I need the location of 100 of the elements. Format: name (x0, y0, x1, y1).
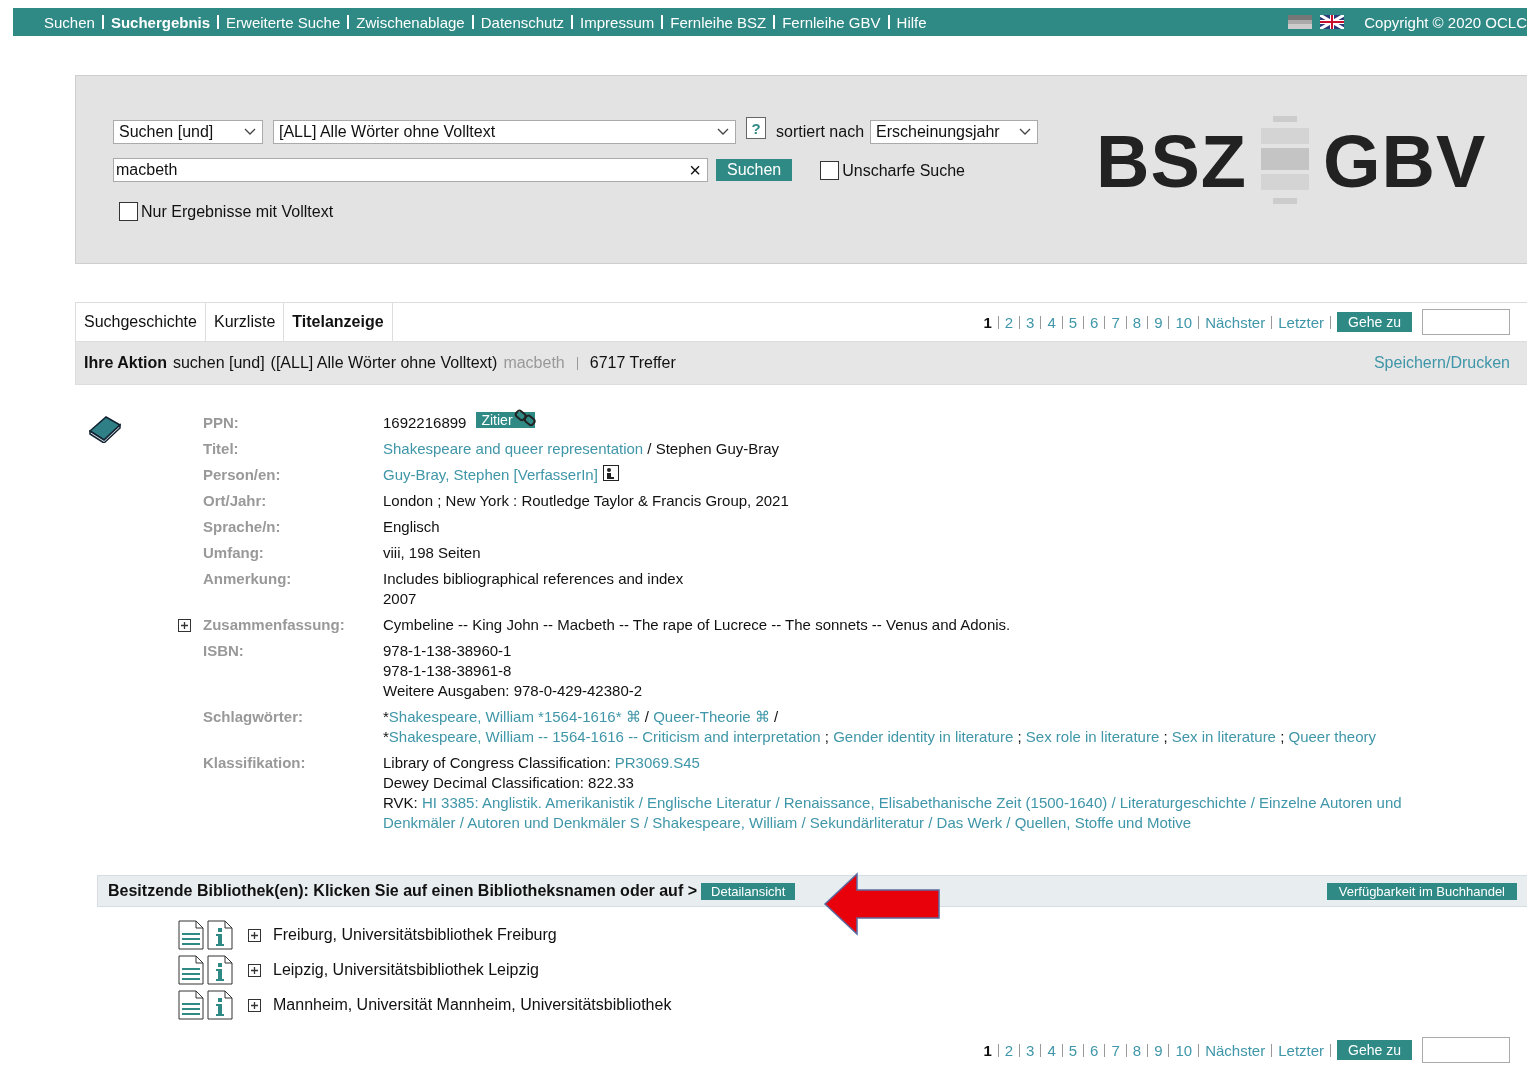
holdings-heading: Besitzende Bibliothek(en): Klicken Sie auf einen Bibliotheksnamen oder auf > (108, 882, 697, 900)
document-icon[interactable] (178, 990, 204, 1020)
nav-link[interactable]: Suchergebnis (110, 13, 211, 31)
nav-link[interactable]: Fernleihe GBV (782, 13, 881, 31)
expand-icon[interactable] (248, 963, 261, 977)
field-link[interactable]: Shakespeare and queer representation (383, 439, 644, 459)
sort-dropdown[interactable]: Erscheinungsjahr (870, 120, 1039, 144)
expand-icon[interactable] (178, 618, 191, 632)
checkbox[interactable] (119, 202, 138, 221)
nav-link[interactable]: Suchen (44, 13, 95, 31)
logo-text: GBV (1323, 118, 1487, 204)
related-symbol[interactable]: ⌘ (621, 707, 641, 727)
availability-button[interactable]: Verfügbarkeit im Buchhandel (1326, 882, 1517, 900)
nav-link[interactable]: Hilfe (896, 13, 927, 31)
expand-icon[interactable] (248, 998, 261, 1012)
page-link[interactable]: 10 (1175, 1041, 1193, 1059)
nav-link[interactable]: Impressum (580, 13, 655, 31)
last-link[interactable]: Letzter (1278, 1041, 1325, 1059)
next-link[interactable]: Nächster (1205, 1041, 1266, 1059)
field-label: Anmerkung: (203, 569, 292, 589)
field-link[interactable]: Sex role in literature (1025, 727, 1160, 747)
field-label: Titel: (203, 439, 239, 459)
page-link[interactable]: 2 (1004, 313, 1014, 331)
search-button[interactable]: Suchen (716, 159, 793, 181)
field-label: Person/en: (203, 465, 281, 485)
field-text: Weitere Ausgaben: 978-0-429-42380-2 (383, 681, 643, 701)
page-link[interactable]: 2 (1004, 1041, 1014, 1059)
page-link[interactable]: 6 (1090, 1041, 1099, 1059)
info-icon[interactable] (207, 955, 233, 985)
chevron-down-icon (244, 128, 256, 136)
field-link[interactable]: HI 3385: Anglistik. Amerikanistik / Englische Literatur / Renaissance, Elisabethanische Zeit (1500-1640) / Literaturgeschichte / Einzelne Autoren und (421, 793, 1402, 813)
page-link[interactable]: 8 (1132, 313, 1142, 331)
next-link[interactable]: Nächster (1205, 313, 1266, 331)
nav-link[interactable]: Fernleihe BSZ (670, 13, 767, 31)
field-text: Library of Congress Classification: (383, 753, 612, 773)
library-link[interactable]: Freiburg, Universitätsbibliothek Freiburg (273, 926, 557, 944)
book-icon (88, 413, 122, 443)
nav-link[interactable]: Datenschutz (480, 13, 565, 31)
chain-icon (512, 407, 539, 429)
checkbox[interactable] (820, 160, 840, 180)
search-field[interactable]: macbeth × (113, 158, 708, 182)
logo-text: BSZ (1096, 118, 1248, 204)
detail-view-button[interactable]: Detailansicht (701, 882, 796, 900)
page-link[interactable]: 8 (1132, 1041, 1142, 1059)
operator-dropdown[interactable]: Suchen [und] (113, 120, 263, 144)
field-link[interactable]: Denkmäler / Autoren und Denkmäler S / Shakespeare, William / Sekundärliteratur / Das Werk / Quellen, Stoffe und Motive (383, 813, 1192, 833)
goto-button[interactable]: Gehe zu (1337, 312, 1412, 332)
last-link[interactable]: Letzter (1278, 313, 1325, 331)
field-text: / (773, 707, 779, 727)
field-label: ISBN: (203, 641, 244, 661)
field-text: Includes bibliographical references and index (383, 569, 684, 589)
save-print-link[interactable]: Speichern/Drucken (1373, 354, 1510, 372)
clear-button[interactable]: × (689, 158, 701, 182)
library-link[interactable]: Leipzig, Universitätsbibliothek Leipzig (273, 961, 539, 979)
library-link[interactable]: Mannheim, Universität Mannheim, Universitätsbibliothek (273, 996, 672, 1014)
related-symbol[interactable]: ⌘ (750, 707, 770, 727)
page-link[interactable]: 10 (1175, 313, 1193, 331)
field-link[interactable]: Gender identity in literature (833, 727, 1014, 747)
page-link[interactable]: 7 (1111, 313, 1120, 331)
page-link[interactable]: 1 (983, 313, 992, 331)
document-icon[interactable] (178, 920, 204, 950)
field-link[interactable]: Queer theory (1288, 727, 1377, 747)
info-icon[interactable] (207, 990, 233, 1020)
page-link[interactable]: 3 (1026, 313, 1035, 331)
flag-icon[interactable] (1320, 15, 1345, 29)
goto-button[interactable]: Gehe zu (1337, 1040, 1412, 1060)
field-text: ; (823, 727, 831, 747)
page-link[interactable]: 3 (1026, 1041, 1035, 1059)
page-number-field[interactable] (1422, 1037, 1510, 1063)
info-icon[interactable] (207, 920, 233, 950)
field-text: * (383, 707, 389, 727)
nav-link[interactable]: Erweiterte Suche (226, 13, 341, 31)
page-link[interactable]: 5 (1068, 313, 1078, 331)
expand-icon[interactable] (248, 928, 261, 942)
field-text: 978-1-138-38961-8 (383, 661, 512, 681)
page-link[interactable]: 6 (1090, 313, 1099, 331)
field-link[interactable]: Shakespeare, William -- 1564-1616 -- Criticism and interpretation (388, 727, 821, 747)
page-link[interactable]: 4 (1047, 1041, 1056, 1059)
field-link[interactable]: Shakespeare, William *1564-1616* (388, 707, 622, 727)
page-link[interactable]: 9 (1154, 313, 1163, 331)
page-link[interactable]: 4 (1047, 313, 1056, 331)
field-link[interactable]: PR3069.S45 (614, 753, 700, 773)
person-card-icon[interactable] (602, 465, 619, 481)
page-number-field[interactable] (1422, 309, 1510, 335)
field-dropdown[interactable]: [ALL] Alle Wörter ohne Volltext (273, 120, 736, 144)
nav-link[interactable]: Zwischenablage (356, 13, 465, 31)
cite-button[interactable]: Zitier (476, 412, 535, 428)
page-link[interactable]: 7 (1111, 1041, 1120, 1059)
field-text: * (383, 727, 389, 747)
field-link[interactable]: Queer-Theorie (653, 707, 751, 727)
document-icon[interactable] (178, 955, 204, 985)
field-link[interactable]: Sex in literature (1171, 727, 1276, 747)
page-link[interactable]: 5 (1068, 1041, 1078, 1059)
field-text: viii, 198 Seiten (383, 543, 481, 563)
field-label: Klassifikation: (203, 753, 306, 773)
help-button[interactable]: ? (746, 117, 766, 139)
page-link[interactable]: 9 (1154, 1041, 1163, 1059)
field-text: ; (1016, 727, 1023, 747)
page-link[interactable]: 1 (983, 1041, 992, 1059)
field-link[interactable]: Guy-Bray, Stephen [VerfasserIn] (383, 465, 598, 485)
